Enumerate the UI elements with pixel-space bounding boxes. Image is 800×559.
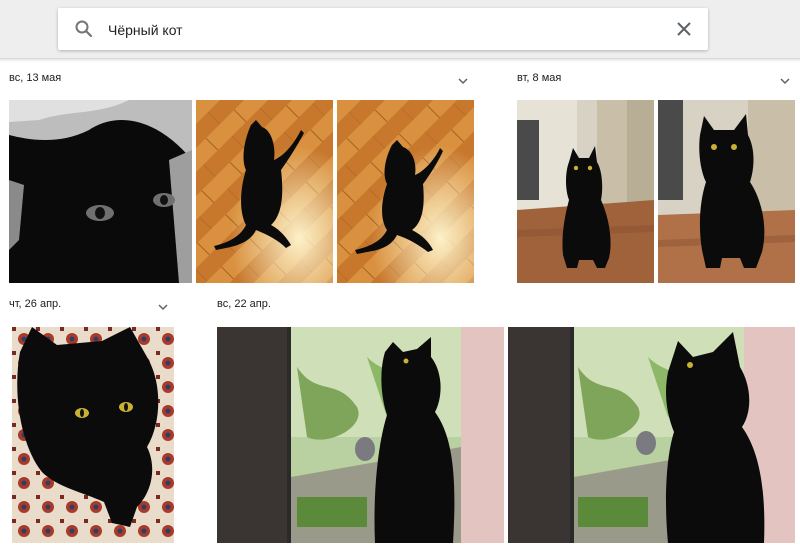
- group-date-label: чт, 26 апр.: [9, 298, 62, 310]
- chevron-down-icon[interactable]: [157, 300, 169, 312]
- photo-thumbnail-cat-closeup[interactable]: [9, 100, 192, 283]
- chevron-down-icon[interactable]: [457, 74, 469, 86]
- photo-thumbnail-cat-at-window[interactable]: [217, 327, 504, 543]
- photo-thumbnail-cat-at-window[interactable]: [508, 327, 795, 543]
- group-date-label: вс, 13 мая: [9, 72, 62, 84]
- photo-thumbnail-cat-sitting[interactable]: [517, 100, 654, 283]
- search-box[interactable]: [58, 8, 708, 50]
- photo-thumbnail-cat-on-parquet[interactable]: [337, 100, 474, 283]
- top-bar: [0, 0, 800, 59]
- photo-thumbnail-cat-sitting[interactable]: [658, 100, 795, 283]
- group-date-label: вс, 22 апр.: [217, 298, 271, 310]
- photo-thumbnail-cat-on-parquet[interactable]: [196, 100, 333, 283]
- chevron-down-icon[interactable]: [779, 74, 791, 86]
- group-date-label: вт, 8 мая: [517, 72, 562, 84]
- search-icon[interactable]: [74, 19, 94, 39]
- close-icon[interactable]: [674, 19, 694, 39]
- search-input[interactable]: [106, 17, 650, 43]
- header-shadow: [0, 59, 800, 62]
- photo-thumbnail-cat-on-carpet[interactable]: [12, 327, 174, 543]
